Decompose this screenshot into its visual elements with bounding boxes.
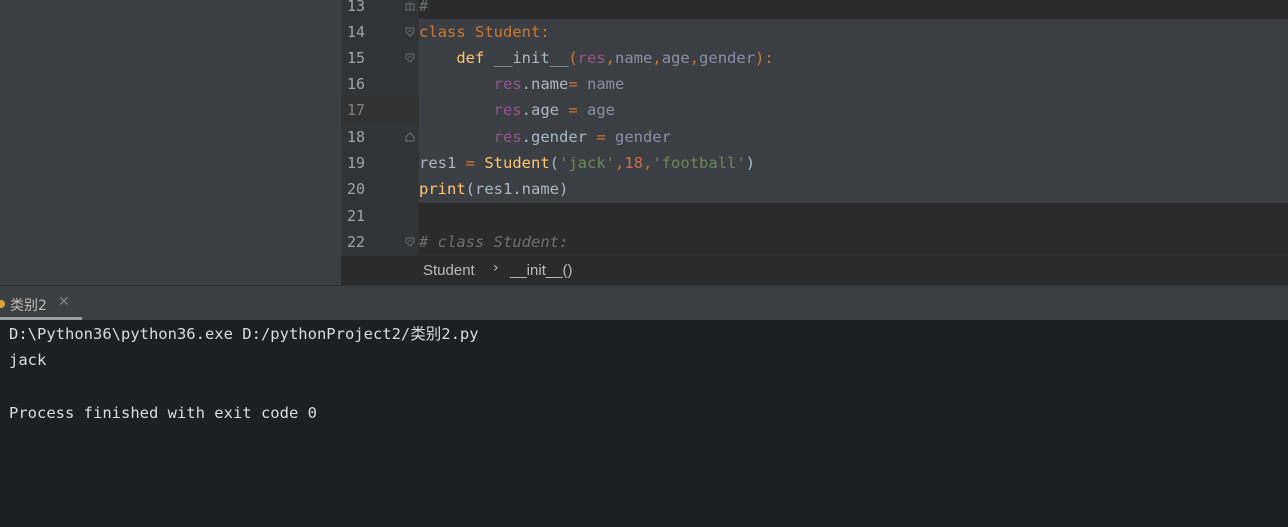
run-tab-label: 类别2 [10,298,47,314]
code-line-14[interactable]: 14 class Student: [341,19,1288,45]
code-text: res.gender = gender [493,128,671,146]
line-number: 21 [347,207,366,225]
code-text: def __init__(res,name,age,gender): [456,49,774,67]
fold-start-icon[interactable] [404,52,416,64]
console-line: jack [9,351,47,369]
line-number: 19 [347,154,366,172]
code-text: res.name= name [493,75,625,93]
code-text: print(res1.name) [419,180,569,198]
line-number: 16 [347,75,366,93]
code-text: class Student: [419,23,550,41]
code-text: # [419,0,429,15]
code-text: res1 = Student('jack',18,'football') [419,154,756,172]
line-number: 20 [347,180,366,198]
code-text: # class Student: [419,233,569,251]
code-line-16[interactable]: 16 res.name= name [341,71,1288,97]
line-number: 18 [347,128,366,146]
fold-end-icon[interactable] [404,0,416,12]
line-number: 15 [347,49,366,67]
breadcrumb-separator: › [493,260,499,276]
code-line-20[interactable]: 20 print(res1.name) [341,176,1288,202]
project-panel [0,0,341,285]
fold-start-icon[interactable] [404,236,416,248]
console-line: D:\Python36\python36.exe D:/pythonProjec… [9,325,479,343]
close-icon[interactable]: ✕ [58,294,70,310]
fold-start-icon[interactable] [404,26,416,38]
code-line-15[interactable]: 15 def __init__(res,name,age,gender): [341,45,1288,71]
code-line-19[interactable]: 19 res1 = Student('jack',18,'football') [341,150,1288,176]
code-line-18[interactable]: 18 res.gender = gender [341,124,1288,150]
line-number: 22 [347,233,366,251]
code-editor[interactable]: 13 # 14 class Student: 15 def __init__(r… [341,0,1288,255]
console-line: Process finished with exit code 0 [9,404,317,422]
code-line-13[interactable]: 13 # [341,0,1288,19]
code-line-22[interactable]: 22 # class Student: [341,229,1288,255]
run-tab[interactable]: 类别2 ✕ [0,286,82,321]
breadcrumb: Student › __init__() [341,255,1288,285]
fold-end-icon[interactable] [404,131,416,143]
run-console[interactable]: D:\Python36\python36.exe D:/pythonProjec… [0,320,1288,527]
line-number: 14 [347,23,366,41]
breadcrumb-item-class[interactable]: Student [423,262,475,279]
line-number: 13 [347,0,366,15]
code-line-17[interactable]: 17 res.age = age [341,97,1288,123]
python-run-icon [0,300,5,308]
code-text: res.age = age [493,101,615,119]
tool-window-tabs: 类别2 ✕ [0,285,1288,321]
line-number: 17 [347,101,366,119]
breadcrumb-item-method[interactable]: __init__() [510,262,573,279]
code-line-21[interactable]: 21 [341,203,1288,229]
